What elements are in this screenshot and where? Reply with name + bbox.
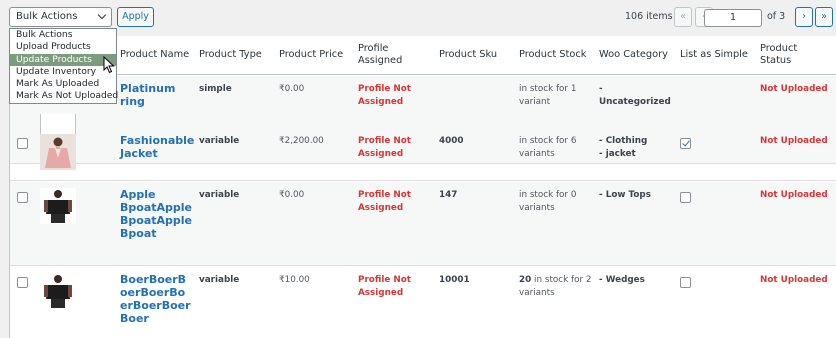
table-row: Fashionable Jacket variable ₹2,200.00 Pr… (10, 128, 836, 181)
stock-line-1: in stock for 1 (519, 84, 577, 94)
category-line-2: - jacket (599, 149, 636, 159)
option-upload-products[interactable]: Upload Products (10, 41, 116, 54)
stock-text: in stock for 2 (531, 275, 592, 285)
tablenav-top: Bulk Actions Apply 106 items « ‹ 1 of 3 … (0, 0, 836, 36)
list-as-simple-checkbox[interactable] (680, 138, 691, 149)
header-product-stock[interactable]: Product Stock (519, 49, 586, 61)
bulk-actions-dropdown: Bulk Actions Upload Products Update Prod… (9, 28, 118, 104)
product-thumbnail (40, 134, 76, 170)
bulk-actions-select[interactable]: Bulk Actions (9, 7, 112, 27)
header-product-name[interactable]: Product Name (120, 49, 189, 61)
product-sku: 147 (439, 190, 458, 200)
stock-line-2: variants (519, 203, 555, 213)
product-price: ₹0.00 (279, 84, 305, 94)
option-mark-as-not-uploaded[interactable]: Mark As Not Uploaded (10, 90, 118, 103)
product-status: Not Uploaded (760, 275, 828, 285)
header-list-as-simple[interactable]: List as Simple (680, 49, 748, 61)
header-profile-assigned-2[interactable]: Assigned (358, 55, 402, 67)
stock-line-2: variants (519, 288, 555, 298)
list-as-simple-checkbox[interactable] (680, 277, 691, 288)
current-page-input[interactable]: 1 (704, 9, 762, 27)
product-thumbnail (40, 188, 76, 224)
product-name-link[interactable]: Apple BpoatApple BpoatApple Bpoat (120, 188, 192, 240)
header-product-price[interactable]: Product Price (279, 49, 343, 61)
option-update-inventory[interactable]: Update Inventory (10, 65, 116, 79)
total-pages-text: of 3 (767, 11, 786, 22)
products-table: Product Name Product Type Product Price … (9, 36, 836, 338)
stock-line-1: 20 in stock for 2 (519, 274, 592, 287)
option-update-products[interactable]: Update Products (10, 53, 116, 66)
mouse-pointer-icon (103, 56, 115, 74)
option-bulk-actions[interactable]: Bulk Actions (10, 29, 116, 42)
profile-assigned-1[interactable]: Profile Not (358, 83, 411, 96)
table-row: Apple BpoatApple BpoatApple Bpoat variab… (10, 182, 836, 266)
table-row: BoerBoerBoerBoerBoerBoerBoerBoer variabl… (10, 267, 836, 338)
product-name-link[interactable]: Platinum ring (120, 82, 192, 108)
stock-line-1: in stock for 0 (519, 190, 577, 200)
header-product-sku[interactable]: Product Sku (439, 49, 497, 61)
bulk-actions-value: Bulk Actions (16, 11, 78, 22)
product-type: variable (199, 190, 240, 200)
list-as-simple-checkbox[interactable] (680, 192, 691, 203)
product-status: Not Uploaded (760, 84, 828, 94)
stock-line-2: variant (519, 97, 551, 107)
product-price: ₹0.00 (279, 190, 305, 200)
product-sku: 4000 (439, 136, 464, 146)
product-price: ₹2,200.00 (279, 136, 324, 146)
product-type: variable (199, 275, 240, 285)
product-thumbnail (40, 273, 76, 309)
product-status: Not Uploaded (760, 190, 828, 200)
next-page-button[interactable]: › (795, 7, 813, 27)
profile-assigned-2[interactable]: Assigned (358, 96, 403, 109)
category-line-1: - Wedges (599, 275, 645, 285)
stock-line-1: in stock for 6 (519, 136, 577, 146)
category-line-1: - (599, 84, 603, 94)
table-header: Product Name Product Type Product Price … (10, 36, 836, 75)
category-line-1: - Low Tops (599, 190, 651, 200)
header-profile-assigned-1[interactable]: Profile (358, 43, 388, 55)
profile-assigned-1[interactable]: Profile Not (358, 135, 411, 148)
profile-assigned-2[interactable]: Assigned (358, 287, 403, 300)
product-sku: 10001 (439, 275, 470, 285)
row-checkbox[interactable] (17, 277, 28, 288)
stock-line-2: variants (519, 149, 555, 159)
row-checkbox[interactable] (17, 138, 28, 149)
chevron-down-icon (97, 10, 107, 20)
apply-button[interactable]: Apply (117, 7, 154, 27)
first-page-button[interactable]: « (674, 7, 692, 27)
header-product-type[interactable]: Product Type (199, 49, 262, 61)
profile-assigned-2[interactable]: Assigned (358, 202, 403, 215)
items-count: 106 items (625, 11, 673, 22)
option-mark-as-uploaded[interactable]: Mark As Uploaded (10, 78, 116, 91)
last-page-button[interactable]: » (815, 7, 833, 27)
product-price: ₹10.00 (279, 275, 310, 285)
stock-quantity: 20 (519, 275, 532, 285)
category-line-1: - Clothing (599, 136, 648, 146)
product-name-link[interactable]: Fashionable Jacket (120, 134, 194, 160)
product-status: Not Uploaded (760, 136, 828, 146)
header-woo-category[interactable]: Woo Category (599, 49, 668, 61)
row-checkbox[interactable] (17, 192, 28, 203)
product-name-link[interactable]: BoerBoerBoerBoerBoerBoerBoerBoer (120, 273, 192, 325)
profile-assigned-2[interactable]: Assigned (358, 148, 403, 161)
header-product-status-2[interactable]: Status (760, 55, 791, 67)
product-type: variable (199, 136, 240, 146)
category-line-2: Uncategorized (599, 97, 671, 107)
profile-assigned-1[interactable]: Profile Not (358, 189, 411, 202)
product-type: simple (199, 84, 232, 94)
profile-assigned-1[interactable]: Profile Not (358, 274, 411, 287)
header-product-status-1[interactable]: Product (760, 43, 797, 55)
